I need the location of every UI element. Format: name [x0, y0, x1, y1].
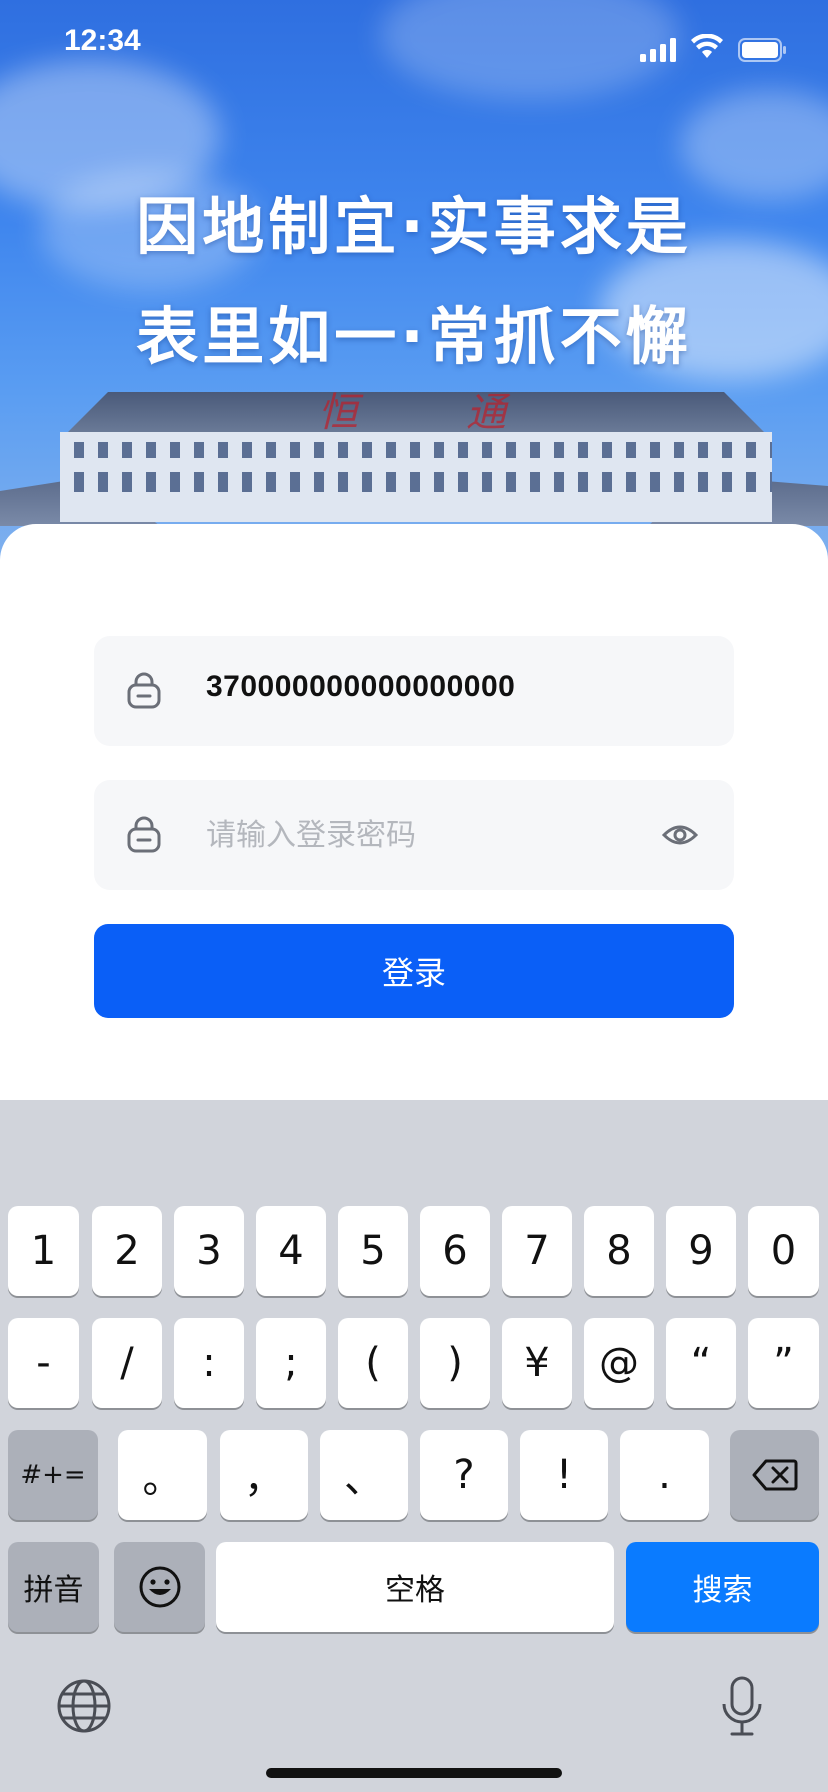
key-punctuation[interactable]: . [620, 1430, 709, 1520]
emoji-icon [139, 1566, 180, 1608]
key-punctuation[interactable]: ， [220, 1430, 308, 1520]
password-input[interactable] [206, 808, 646, 862]
slogan-line-1: 因地制宜·实事求是 [136, 190, 692, 263]
key-symbol[interactable]: - [8, 1318, 79, 1408]
key-digit[interactable]: 6 [420, 1206, 490, 1296]
key-symbol[interactable]: ” [748, 1318, 819, 1408]
globe-icon[interactable] [56, 1678, 112, 1734]
password-field[interactable] [94, 780, 734, 890]
building-sign-char: 恒 [318, 390, 358, 436]
building-windows [60, 472, 772, 492]
backspace-icon [752, 1459, 797, 1491]
key-symbol[interactable]: / [92, 1318, 162, 1408]
login-card: 370000000000000000 登录 [0, 524, 828, 1100]
username-value: 370000000000000000 [206, 670, 516, 703]
key-symbol[interactable]: ¥ [502, 1318, 572, 1408]
key-symbol[interactable]: : [174, 1318, 244, 1408]
key-digit[interactable]: 8 [584, 1206, 654, 1296]
eye-icon[interactable] [660, 815, 700, 855]
lock-icon [127, 816, 161, 853]
login-button[interactable]: 登录 [94, 924, 734, 1018]
slogan-line-2: 表里如一·常抓不懈 [136, 300, 692, 373]
key-symbol[interactable]: “ [666, 1318, 736, 1408]
key-pinyin[interactable]: 拼音 [8, 1542, 99, 1632]
key-digit[interactable]: 2 [92, 1206, 162, 1296]
key-digit[interactable]: 9 [666, 1206, 736, 1296]
home-indicator[interactable] [266, 1768, 562, 1778]
key-symbol[interactable]: @ [584, 1318, 654, 1408]
key-digit[interactable]: 1 [8, 1206, 79, 1296]
key-punctuation[interactable]: 。 [118, 1430, 207, 1520]
key-backspace[interactable] [730, 1430, 819, 1520]
key-punctuation[interactable]: ! [520, 1430, 608, 1520]
wifi-icon [691, 34, 723, 58]
key-emoji[interactable] [114, 1542, 205, 1632]
key-digit[interactable]: 5 [338, 1206, 408, 1296]
username-field[interactable]: 370000000000000000 [94, 636, 734, 746]
key-digit[interactable]: 3 [174, 1206, 244, 1296]
keyboard: 1 2 3 4 5 6 7 8 9 0 - / : ; ( ) ¥ @ “ ” … [0, 1100, 828, 1792]
key-more-symbols[interactable]: #+= [8, 1430, 98, 1520]
key-digit[interactable]: 4 [256, 1206, 326, 1296]
status-time: 12:34 [64, 24, 141, 57]
key-symbol[interactable]: ; [256, 1318, 326, 1408]
key-digit[interactable]: 0 [748, 1206, 819, 1296]
microphone-icon[interactable] [720, 1676, 764, 1738]
key-digit[interactable]: 7 [502, 1206, 572, 1296]
cellular-signal-icon [640, 38, 676, 62]
key-punctuation[interactable]: 、 [320, 1430, 408, 1520]
key-symbol[interactable]: ) [420, 1318, 490, 1408]
key-search[interactable]: 搜索 [626, 1542, 819, 1632]
key-symbol[interactable]: ( [338, 1318, 408, 1408]
key-space[interactable]: 空格 [216, 1542, 614, 1632]
status-bar: 12:34 [0, 0, 828, 90]
lock-icon [127, 672, 161, 709]
key-punctuation[interactable]: ? [420, 1430, 508, 1520]
battery-icon [738, 38, 786, 62]
building-sign-char: 通 [466, 390, 506, 436]
building-roof [66, 392, 766, 434]
